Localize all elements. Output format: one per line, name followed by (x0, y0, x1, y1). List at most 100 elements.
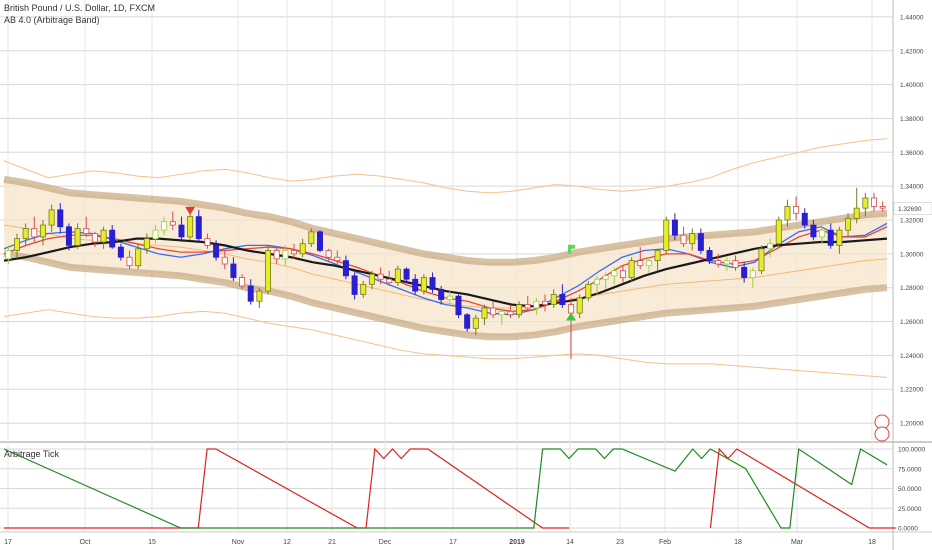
candle-body (602, 275, 609, 280)
candle-body (65, 226, 72, 246)
candle-body (775, 219, 782, 245)
y-tick-label: 1.34000 (900, 184, 924, 191)
candle-body (74, 228, 81, 246)
candle-body (645, 260, 652, 267)
candle (793, 196, 800, 220)
sub-y-tick-label: 100.0000 (898, 447, 925, 454)
candle-body (715, 260, 722, 265)
candle-body (481, 307, 488, 319)
candle-body (213, 244, 220, 258)
y-tick-label: 1.24000 (900, 353, 924, 360)
candle-body (827, 229, 834, 246)
candle-body (5, 250, 12, 260)
candle-body (516, 304, 523, 316)
candle-body (83, 228, 90, 234)
candle (801, 208, 808, 229)
candle-body (22, 228, 29, 240)
candle (256, 287, 263, 308)
candle (394, 265, 401, 286)
sub-pane-grid (0, 448, 893, 529)
candle-body (420, 277, 427, 292)
candle-body (767, 243, 774, 250)
candle-body (697, 233, 704, 251)
sub-pane-title: Arbitrage Tick (4, 449, 60, 459)
candle (628, 257, 635, 281)
x-tick-label: 18 (868, 539, 876, 546)
candle-body (187, 216, 194, 238)
x-tick-label: Oct (80, 539, 91, 546)
x-tick-label: 23 (616, 539, 624, 546)
y-tick-label: 1.30000 (900, 251, 924, 258)
candle-body (256, 290, 263, 302)
candle-body (126, 256, 133, 267)
candle-body (446, 295, 453, 300)
candle-body (368, 273, 375, 285)
candle-body (117, 246, 124, 258)
candle-body (109, 229, 116, 248)
candle-body (429, 277, 436, 290)
candle-body (507, 310, 514, 316)
candle (775, 216, 782, 248)
candle-body (394, 268, 401, 284)
candle-body (403, 268, 410, 280)
candle-body (178, 224, 185, 238)
candle-body (871, 197, 878, 207)
candle-body (819, 229, 826, 238)
candle-body (533, 300, 540, 309)
candle-body (412, 278, 419, 292)
candle-body (91, 233, 98, 243)
candle-body (48, 209, 55, 226)
candle (697, 228, 704, 254)
x-tick-label: Feb (659, 539, 671, 546)
x-tick-label: 12 (283, 539, 291, 546)
candle-body (472, 317, 479, 329)
candle-body (169, 221, 176, 226)
candle-body (793, 206, 800, 214)
y-tick-label: 1.20000 (900, 421, 924, 428)
candle-body (195, 216, 202, 240)
candle-body (758, 248, 765, 272)
x-tick-label: Dec (379, 539, 392, 546)
candle-body (282, 250, 289, 260)
candle-body (723, 260, 730, 265)
candle-body (680, 234, 687, 245)
candle (758, 245, 765, 275)
candle-body (550, 294, 557, 306)
sub-y-tick-label: 0.0000 (898, 526, 918, 533)
candle-body (706, 250, 713, 262)
candle-body (351, 275, 358, 295)
y-tick-label: 1.32000 (900, 218, 924, 225)
event-badge-icon (874, 426, 890, 442)
current-price-label: 1.32690 (898, 206, 922, 213)
x-tick-label: 21 (328, 539, 336, 546)
candle-body (438, 288, 445, 300)
candle-body (299, 243, 306, 255)
candle (316, 230, 323, 253)
candle-body (360, 283, 367, 295)
candle (680, 226, 687, 248)
x-tick-label: 15 (148, 539, 156, 546)
candle-body (593, 278, 600, 285)
candle-body (135, 248, 142, 267)
candle-body (100, 229, 107, 243)
candle-body (836, 229, 843, 246)
candle (853, 187, 860, 224)
y-tick-label: 1.26000 (900, 319, 924, 326)
candle-body (671, 219, 678, 236)
chart-canvas: 1.44000 1.42000 1.40000 1.38000 1.36000 1.340… (0, 0, 932, 550)
candle-body (386, 278, 393, 284)
time-axis[interactable]: 17 Oct 15 Nov 12 21 Dec 17 2019 14 23 Feb 18 Mar 18 (0, 531, 932, 546)
candle-body (568, 304, 575, 314)
symbol-title: British Pound / U.S. Dollar, 1D, FXCM (4, 3, 156, 13)
candle-body (741, 266, 748, 278)
y-tick-label: 1.38000 (900, 116, 924, 123)
candle-body (57, 209, 64, 228)
candle-body (13, 238, 20, 251)
x-tick-label: 17 (4, 539, 12, 546)
candle-body (316, 231, 323, 251)
candle-body (39, 224, 46, 238)
candle-body (749, 270, 756, 278)
candle-body (784, 206, 791, 221)
candle-body (879, 206, 886, 209)
candle-body (455, 295, 462, 316)
